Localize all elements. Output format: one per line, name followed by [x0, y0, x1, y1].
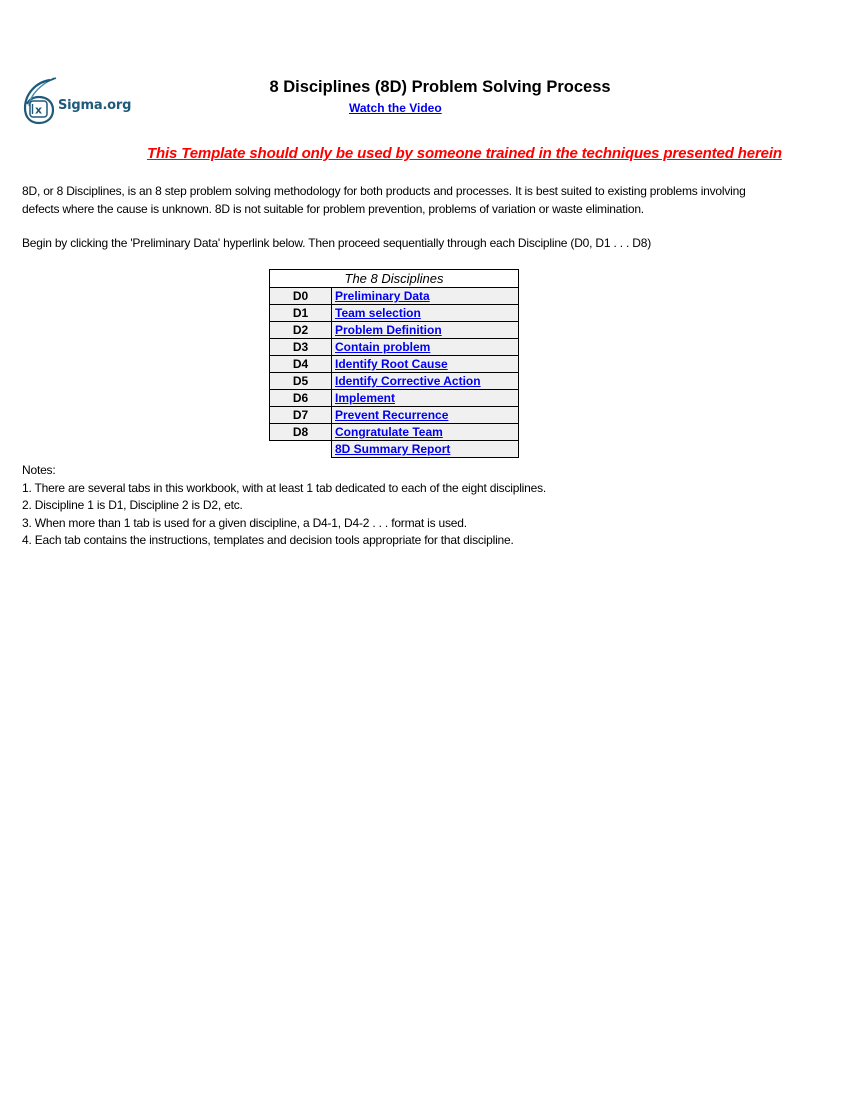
discipline-code: D7 — [269, 406, 332, 424]
table-row-d8: D8 Congratulate Team — [269, 423, 519, 441]
discipline-code: D6 — [269, 389, 332, 407]
table-row-d6: D6 Implement — [269, 389, 519, 407]
watch-video-link[interactable]: Watch the Video — [349, 101, 442, 115]
table-row-d4: D4 Identify Root Cause — [269, 355, 519, 373]
note-item: 4. Each tab contains the instructions, t… — [22, 533, 514, 547]
table-row-d0: D0 Preliminary Data — [269, 287, 519, 305]
table-header: The 8 Disciplines — [269, 269, 519, 288]
table-row-d3: D3 Contain problem — [269, 338, 519, 356]
intro-line-1: 8D, or 8 Disciplines, is an 8 step probl… — [22, 184, 746, 198]
link-8d-summary-report[interactable]: 8D Summary Report — [335, 442, 450, 456]
note-item: 2. Discipline 1 is D1, Discipline 2 is D… — [22, 498, 243, 512]
training-warning: This Template should only be used by som… — [147, 145, 782, 162]
table-row-d7: D7 Prevent Recurrence — [269, 406, 519, 424]
table-row-d1: D1 Team selection — [269, 304, 519, 322]
link-congratulate-team[interactable]: Congratulate Team — [335, 425, 443, 439]
svg-text:x: x — [35, 104, 42, 117]
link-identify-root-cause[interactable]: Identify Root Cause — [335, 357, 448, 371]
table-header-row: The 8 Disciplines — [269, 269, 519, 288]
discipline-code: D3 — [269, 338, 332, 356]
discipline-code: D0 — [269, 287, 332, 305]
link-team-selection[interactable]: Team selection — [335, 306, 421, 320]
table-row-d2: D2 Problem Definition — [269, 321, 519, 339]
logo-text: Sigma.org — [58, 98, 132, 113]
discipline-code: D8 — [269, 423, 332, 441]
discipline-code: D1 — [269, 304, 332, 322]
disciplines-table: The 8 Disciplines D0 Preliminary Data D1… — [269, 269, 519, 458]
link-implement[interactable]: Implement — [335, 391, 395, 405]
link-preliminary-data[interactable]: Preliminary Data — [335, 289, 430, 303]
intro-paragraph: 8D, or 8 Disciplines, is an 8 step probl… — [22, 183, 746, 218]
notes-heading: Notes: — [22, 463, 56, 477]
discipline-code: D2 — [269, 321, 332, 339]
discipline-code: D4 — [269, 355, 332, 373]
link-contain-problem[interactable]: Contain problem — [335, 340, 430, 354]
table-row-d5: D5 Identify Corrective Action — [269, 372, 519, 390]
discipline-code: D5 — [269, 372, 332, 390]
link-identify-corrective-action[interactable]: Identify Corrective Action — [335, 374, 481, 388]
note-item: 1. There are several tabs in this workbo… — [22, 480, 547, 495]
page-title: 8 Disciplines (8D) Problem Solving Proce… — [269, 78, 611, 96]
link-problem-definition[interactable]: Problem Definition — [335, 323, 442, 337]
intro-line-2: defects where the cause is unknown. 8D i… — [22, 201, 644, 216]
table-row-summary: 8D Summary Report — [270, 440, 519, 458]
instruction-text: Begin by clicking the 'Preliminary Data'… — [22, 236, 652, 250]
note-item: 3. When more than 1 tab is used for a gi… — [22, 515, 467, 530]
link-prevent-recurrence[interactable]: Prevent Recurrence — [335, 408, 448, 422]
notes-section: Notes: 1. There are several tabs in this… — [22, 462, 546, 550]
